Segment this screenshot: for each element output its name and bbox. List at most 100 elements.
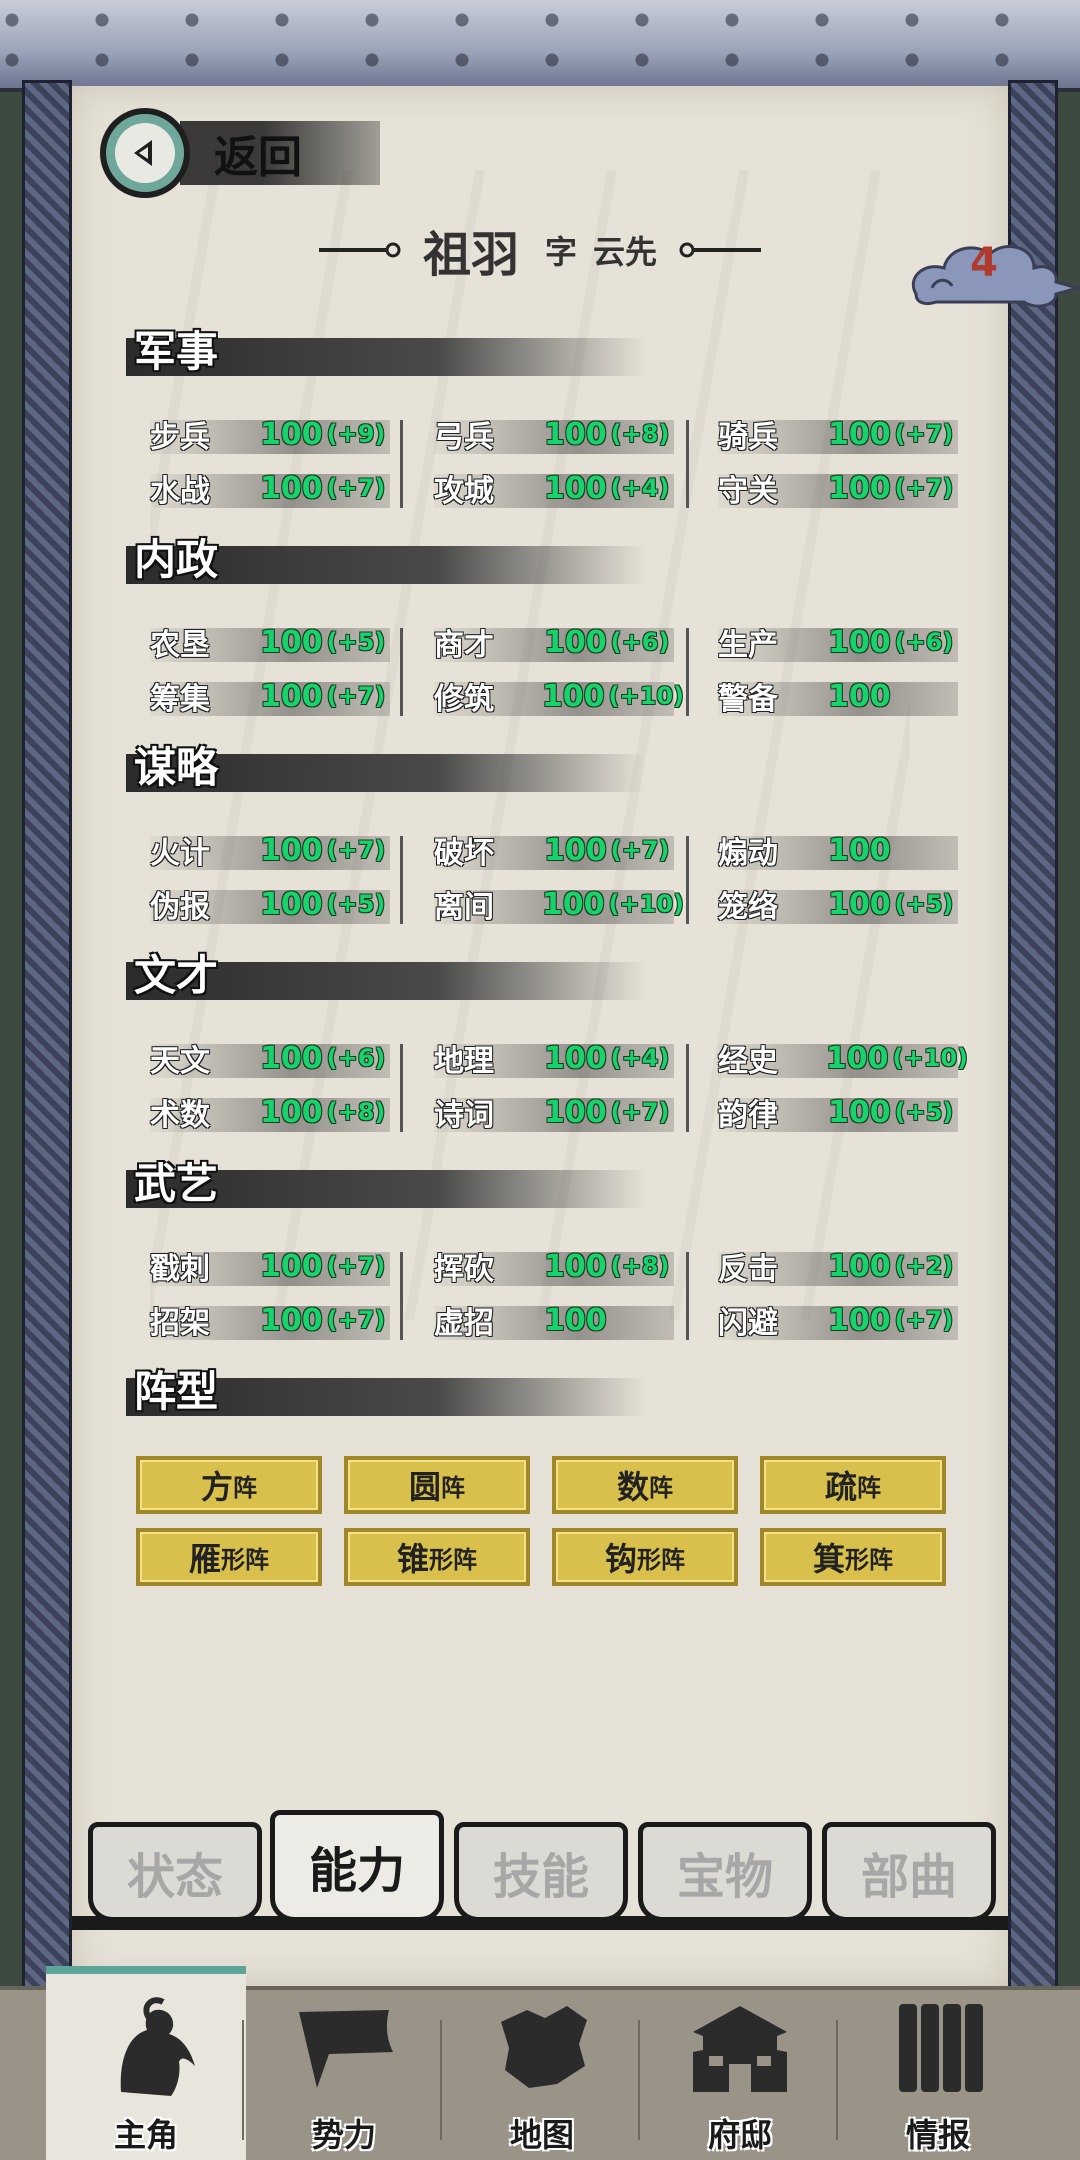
nav-label: 地图 xyxy=(509,2116,574,2154)
stat-bonus: (+10) xyxy=(608,682,684,710)
stat-name: 修筑 xyxy=(434,682,494,717)
formation-main: 数 xyxy=(616,1468,649,1506)
stat-name: 挥砍 xyxy=(434,1252,494,1287)
stat-bonus: (+7) xyxy=(326,836,386,864)
mansion-icon xyxy=(685,1992,795,2102)
stat-value: 100 xyxy=(828,1094,891,1130)
formation-button[interactable]: 数阵 xyxy=(552,1456,738,1514)
formation-button[interactable]: 锥形阵 xyxy=(344,1528,530,1586)
stat-item: 韵律 100 (+5) xyxy=(718,1092,968,1133)
section-header-military: 军事 xyxy=(126,318,646,378)
stat-value: 100 xyxy=(260,832,323,868)
title-left-ornament-icon xyxy=(318,242,401,258)
stat-item: 商才 100 (+6) xyxy=(434,622,684,663)
cloud-badge[interactable]: 4 xyxy=(906,236,1080,316)
formation-suffix: 形阵 xyxy=(429,1545,477,1574)
stat-value: 100 xyxy=(544,1302,607,1338)
stat-bonus: (+7) xyxy=(326,1306,386,1334)
stat-name: 破坏 xyxy=(434,836,494,871)
hero-icon xyxy=(91,1992,201,2102)
stat-item: 煽动 100 xyxy=(718,830,968,871)
stat-item: 闪避 100 (+7) xyxy=(718,1300,968,1341)
stat-bonus: (+7) xyxy=(326,682,386,710)
back-button[interactable]: 返回 xyxy=(100,108,380,198)
stat-name: 离间 xyxy=(434,890,494,925)
stat-name: 反击 xyxy=(718,1252,778,1287)
stat-value: 100 xyxy=(544,1094,607,1130)
tab-status[interactable]: 状态 xyxy=(88,1822,262,1922)
column-divider xyxy=(686,628,689,716)
stat-name: 攻城 xyxy=(434,474,494,509)
stat-value: 100 xyxy=(260,1248,323,1284)
stat-item: 水战 100 (+7) xyxy=(150,468,400,509)
stat-item: 修筑 100 (+10) xyxy=(434,676,684,717)
stat-name: 警备 xyxy=(718,682,778,717)
flag-icon xyxy=(289,1992,399,2102)
formation-button[interactable]: 方阵 xyxy=(136,1456,322,1514)
tab-abilities[interactable]: 能力 xyxy=(270,1810,444,1922)
stat-value: 100 xyxy=(260,1040,323,1076)
formation-main: 方 xyxy=(200,1468,233,1506)
back-label: 返回 xyxy=(214,132,302,183)
formation-button[interactable]: 钩形阵 xyxy=(552,1528,738,1586)
stat-name: 筹集 xyxy=(150,682,210,717)
scroll-right-border xyxy=(1008,80,1058,1990)
stat-item: 诗词 100 (+7) xyxy=(434,1092,684,1133)
stat-bonus: (+7) xyxy=(894,474,954,502)
nav-intel[interactable]: 情报 xyxy=(838,1990,1038,2160)
stat-name: 韵律 xyxy=(718,1098,778,1133)
stat-value: 100 xyxy=(260,470,323,506)
stat-bonus: (+2) xyxy=(894,1252,954,1280)
section-title: 武艺 xyxy=(134,1158,219,1208)
nav-hero[interactable]: 主角 xyxy=(46,1966,246,2160)
stat-value: 100 xyxy=(260,416,323,452)
tab-skills[interactable]: 技能 xyxy=(454,1822,628,1922)
nav-label: 府邸 xyxy=(707,2116,772,2154)
stat-item: 笼络 100 (+5) xyxy=(718,884,968,925)
formation-suffix: 形阵 xyxy=(221,1545,269,1574)
stat-value: 100 xyxy=(828,1248,891,1284)
nav-label: 情报 xyxy=(905,2116,970,2154)
formation-button[interactable]: 圆阵 xyxy=(344,1456,530,1514)
stat-item: 弓兵 100 (+8) xyxy=(434,414,684,455)
character-title: 祖羽 字 云先 xyxy=(270,215,810,285)
stat-bonus: (+6) xyxy=(610,628,670,656)
nav-faction[interactable]: 势力 xyxy=(244,1990,444,2160)
courtesy-name: 云先 xyxy=(593,233,658,271)
stat-item: 筹集 100 (+7) xyxy=(150,676,400,717)
stat-value: 100 xyxy=(541,886,605,922)
stat-value: 100 xyxy=(260,1302,323,1338)
column-divider xyxy=(686,1252,689,1340)
stat-item: 骑兵 100 (+7) xyxy=(718,414,968,455)
formation-main: 圆 xyxy=(408,1468,441,1506)
formation-main: 疏 xyxy=(824,1468,857,1506)
stat-name: 弓兵 xyxy=(434,420,494,455)
formation-button[interactable]: 箕形阵 xyxy=(760,1528,946,1586)
formation-button[interactable]: 疏阵 xyxy=(760,1456,946,1514)
stat-item: 术数 100 (+8) xyxy=(150,1092,400,1133)
stat-bonus: (+5) xyxy=(894,1098,954,1126)
title-right-ornament-icon xyxy=(679,242,762,258)
column-divider xyxy=(686,836,689,924)
formation-main: 钩 xyxy=(604,1540,637,1578)
stat-bonus: (+10) xyxy=(892,1044,968,1072)
formation-main: 锥 xyxy=(396,1540,429,1578)
tab-treasures[interactable]: 宝物 xyxy=(638,1822,812,1922)
nav-map[interactable]: 地图 xyxy=(442,1990,642,2160)
stat-bonus: (+8) xyxy=(610,420,670,448)
stat-name: 步兵 xyxy=(150,420,210,455)
stat-name: 骑兵 xyxy=(718,420,778,455)
character-name: 祖羽 xyxy=(422,227,519,283)
stat-item: 农垦 100 (+5) xyxy=(150,622,400,663)
nav-mansion[interactable]: 府邸 xyxy=(640,1990,840,2160)
tab-troops[interactable]: 部曲 xyxy=(822,1822,996,1922)
stat-name: 诗词 xyxy=(434,1098,494,1133)
stat-bonus: (+6) xyxy=(894,628,954,656)
section-header-formation: 阵型 xyxy=(126,1358,646,1418)
formation-button[interactable]: 雁形阵 xyxy=(136,1528,322,1586)
stat-bonus: (+7) xyxy=(610,836,670,864)
stat-item: 生产 100 (+6) xyxy=(718,622,968,663)
formation-main: 雁 xyxy=(188,1540,221,1578)
formation-suffix: 阵 xyxy=(441,1473,465,1502)
stat-bonus: (+7) xyxy=(610,1098,670,1126)
